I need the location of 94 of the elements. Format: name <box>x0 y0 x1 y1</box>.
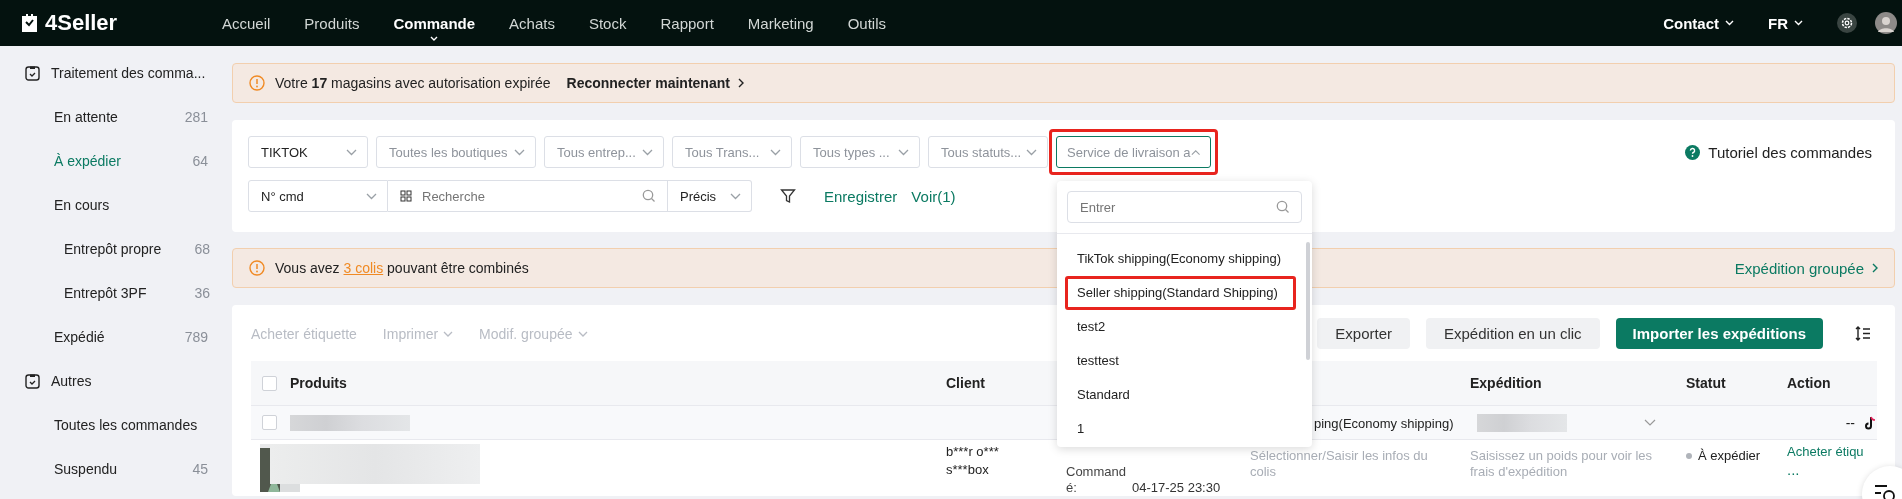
logistics-hint: Sélectionner/Saisir les infos du colis <box>1250 447 1429 481</box>
grouped-shipping-link[interactable]: Expédition groupée <box>1734 259 1864 277</box>
column-header: Client <box>946 375 986 391</box>
row-checkbox[interactable] <box>262 415 277 430</box>
nav-item[interactable]: Stock <box>571 14 644 32</box>
chevron-icon <box>642 148 653 156</box>
sidebar-item[interactable]: Toutes les commandes <box>0 403 232 447</box>
client-name: b***r o*** <box>946 444 999 460</box>
dropdown-option[interactable]: Standard <box>1065 378 1296 412</box>
shipping-hint: Saisissez un poids pour voir les frais d'expédition <box>1470 447 1654 481</box>
clipboard-icon <box>25 373 40 389</box>
nav-item[interactable]: Produits <box>287 14 377 32</box>
settings-icon[interactable] <box>1837 13 1857 33</box>
group-label[interactable]: Autres <box>51 373 92 389</box>
music-note-icon <box>1865 415 1877 430</box>
chevron-right-icon <box>1872 263 1878 273</box>
nav-item[interactable]: Commande <box>376 14 493 32</box>
chevron-icon[interactable] <box>1644 419 1656 426</box>
toolbar-button[interactable]: Exporter <box>1317 318 1410 349</box>
more-link[interactable]: ... <box>1787 462 1800 478</box>
view-link[interactable]: Voir(1) <box>911 187 956 205</box>
help-icon <box>1685 144 1701 160</box>
reconnect-link[interactable]: Reconnecter maintenant <box>566 75 730 91</box>
caret-icon <box>430 35 439 41</box>
chevron-icon <box>443 330 454 337</box>
avatar[interactable] <box>1875 12 1897 34</box>
nav-item[interactable]: Rapport <box>643 14 731 32</box>
nav-item[interactable]: Marketing <box>730 14 831 32</box>
caret-icon <box>1725 20 1734 26</box>
sidebar-item[interactable]: En cours <box>0 183 232 227</box>
dropdown-option[interactable]: TikTok shipping(Economy shipping) <box>1065 242 1296 276</box>
nav-item[interactable]: Outils <box>830 14 904 32</box>
group-label[interactable]: Traitement des comma... <box>51 65 206 81</box>
client-name: s***box <box>946 462 989 478</box>
shipping-service: ping(Economy shipping) <box>1314 415 1454 431</box>
chevron-icon <box>514 148 525 156</box>
chevron-icon <box>1190 148 1200 156</box>
search-field[interactable]: Recherche <box>388 180 668 212</box>
sidebar-item[interactable]: Entrepôt 3PF 36 <box>0 271 232 315</box>
dropdown-option[interactable]: 1 <box>1065 412 1296 446</box>
chevron-icon <box>577 330 588 337</box>
chevron-icon <box>898 148 909 156</box>
chevron-icon <box>366 192 377 200</box>
contact-menu[interactable]: Contact <box>1663 14 1734 32</box>
buy-label-link[interactable]: Acheter étiqu <box>1787 444 1864 460</box>
search-icon <box>642 189 656 203</box>
scan-icon <box>400 190 412 202</box>
sidebar-item[interactable]: Suspendu 45 <box>0 447 232 491</box>
filter-icon[interactable] <box>780 188 796 204</box>
nav-item[interactable]: Accueil <box>205 14 288 32</box>
sidebar-item[interactable]: À expédier 64 <box>0 139 232 183</box>
dropdown-option[interactable]: test2 <box>1065 310 1296 344</box>
chevron-right-icon <box>737 78 744 88</box>
status-dot <box>1686 453 1692 459</box>
nav-item[interactable]: Achats <box>492 14 572 32</box>
sidebar-item[interactable]: Expédié 789 <box>0 315 232 359</box>
column-header: Action <box>1787 375 1832 391</box>
search-icon <box>1276 200 1290 214</box>
empty-value: -- <box>1845 414 1855 431</box>
order-date: 04-17-25 23:30 <box>1132 480 1221 496</box>
status-text: À expédier <box>1698 448 1761 464</box>
dropdown-option[interactable]: Seller shipping(Standard Shipping) <box>1065 276 1296 310</box>
chevron-icon <box>730 192 741 200</box>
order-field-select[interactable]: N° cmd <box>248 180 388 212</box>
toolbar-button[interactable]: Importer les expéditions <box>1615 318 1823 349</box>
warning-icon <box>249 260 265 276</box>
scrollbar[interactable] <box>1306 242 1310 360</box>
search-list-icon <box>1874 484 1898 499</box>
clipboard-icon <box>25 65 40 81</box>
column-header: Statut <box>1686 375 1727 391</box>
alert-message: Votre 17 magasins avec autorisation expirée <box>275 75 551 91</box>
select-all-checkbox[interactable] <box>262 375 277 391</box>
chevron-icon <box>770 148 781 156</box>
dropdown-search-field[interactable]: Entrer <box>1067 191 1302 223</box>
sidebar-item[interactable]: En attente 281 <box>0 95 232 139</box>
combine-notice: Vous avez 3 colis pouvant être combinés <box>275 260 529 276</box>
date-label: Commandé: <box>1066 464 1127 496</box>
toolbar-button[interactable]: Expédition en un clic <box>1426 318 1600 349</box>
warning-icon <box>249 75 265 91</box>
column-settings-icon[interactable] <box>1855 326 1871 341</box>
column-header: Produits <box>290 375 348 391</box>
chevron-icon <box>346 148 357 156</box>
logo-icon <box>20 13 39 33</box>
sidebar-item[interactable]: Entrepôt propre 68 <box>0 227 232 271</box>
dropdown-option[interactable]: testtest <box>1065 344 1296 378</box>
filter-select[interactable]: TIKTOK <box>248 136 368 168</box>
column-header: Expédition <box>1470 375 1543 391</box>
logo-text[interactable]: 4Seller <box>45 10 118 36</box>
tutorial-link[interactable]: Tutoriel des commandes <box>1708 143 1872 161</box>
save-link[interactable]: Enregistrer <box>824 187 898 205</box>
match-select[interactable]: Précis <box>668 180 752 212</box>
caret-icon <box>1794 20 1803 26</box>
language-menu[interactable]: FR <box>1768 14 1803 32</box>
chevron-icon <box>1026 148 1037 156</box>
